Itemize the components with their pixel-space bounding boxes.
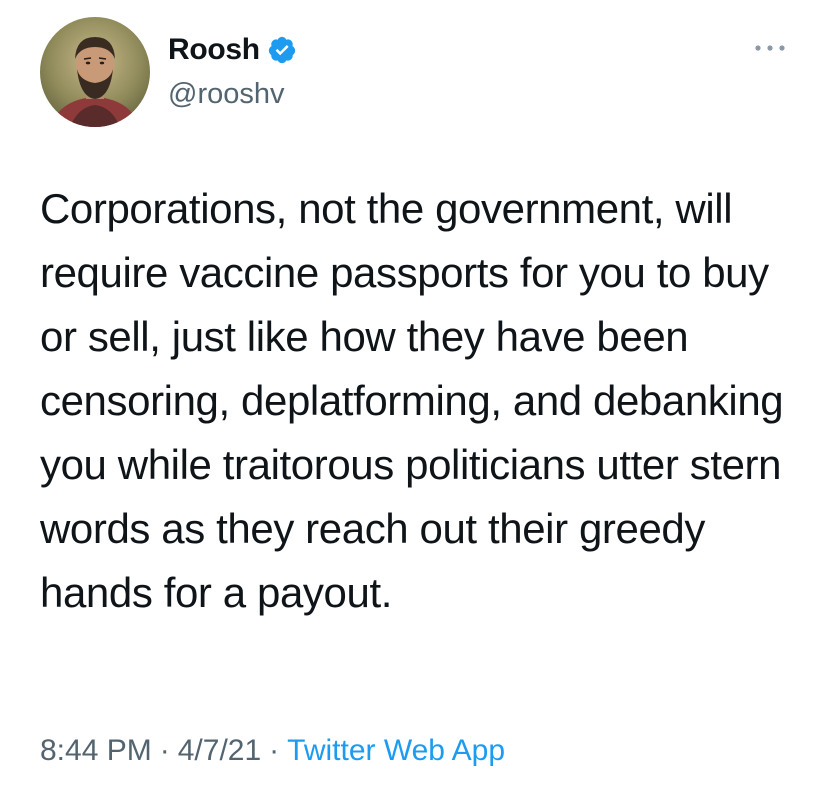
author-name-row: Roosh	[168, 30, 297, 70]
meta-separator: ·	[159, 734, 170, 767]
verified-badge-icon	[267, 35, 297, 65]
tweet: Roosh @rooshv Corporations, not the gove…	[0, 0, 828, 787]
meta-separator: ·	[269, 734, 280, 767]
tweet-source-link[interactable]: Twitter Web App	[287, 734, 505, 767]
more-options-icon[interactable]	[752, 36, 788, 60]
display-name[interactable]: Roosh	[168, 33, 260, 67]
tweet-metadata: 8:44 PM · 4/7/21 · Twitter Web App	[40, 734, 505, 768]
tweet-date[interactable]: 4/7/21	[178, 734, 261, 767]
avatar[interactable]	[40, 17, 150, 127]
avatar-image	[40, 17, 150, 127]
user-handle[interactable]: @rooshv	[168, 78, 284, 111]
tweet-text: Corporations, not the government, will r…	[40, 185, 784, 616]
tweet-time[interactable]: 8:44 PM	[40, 734, 152, 767]
